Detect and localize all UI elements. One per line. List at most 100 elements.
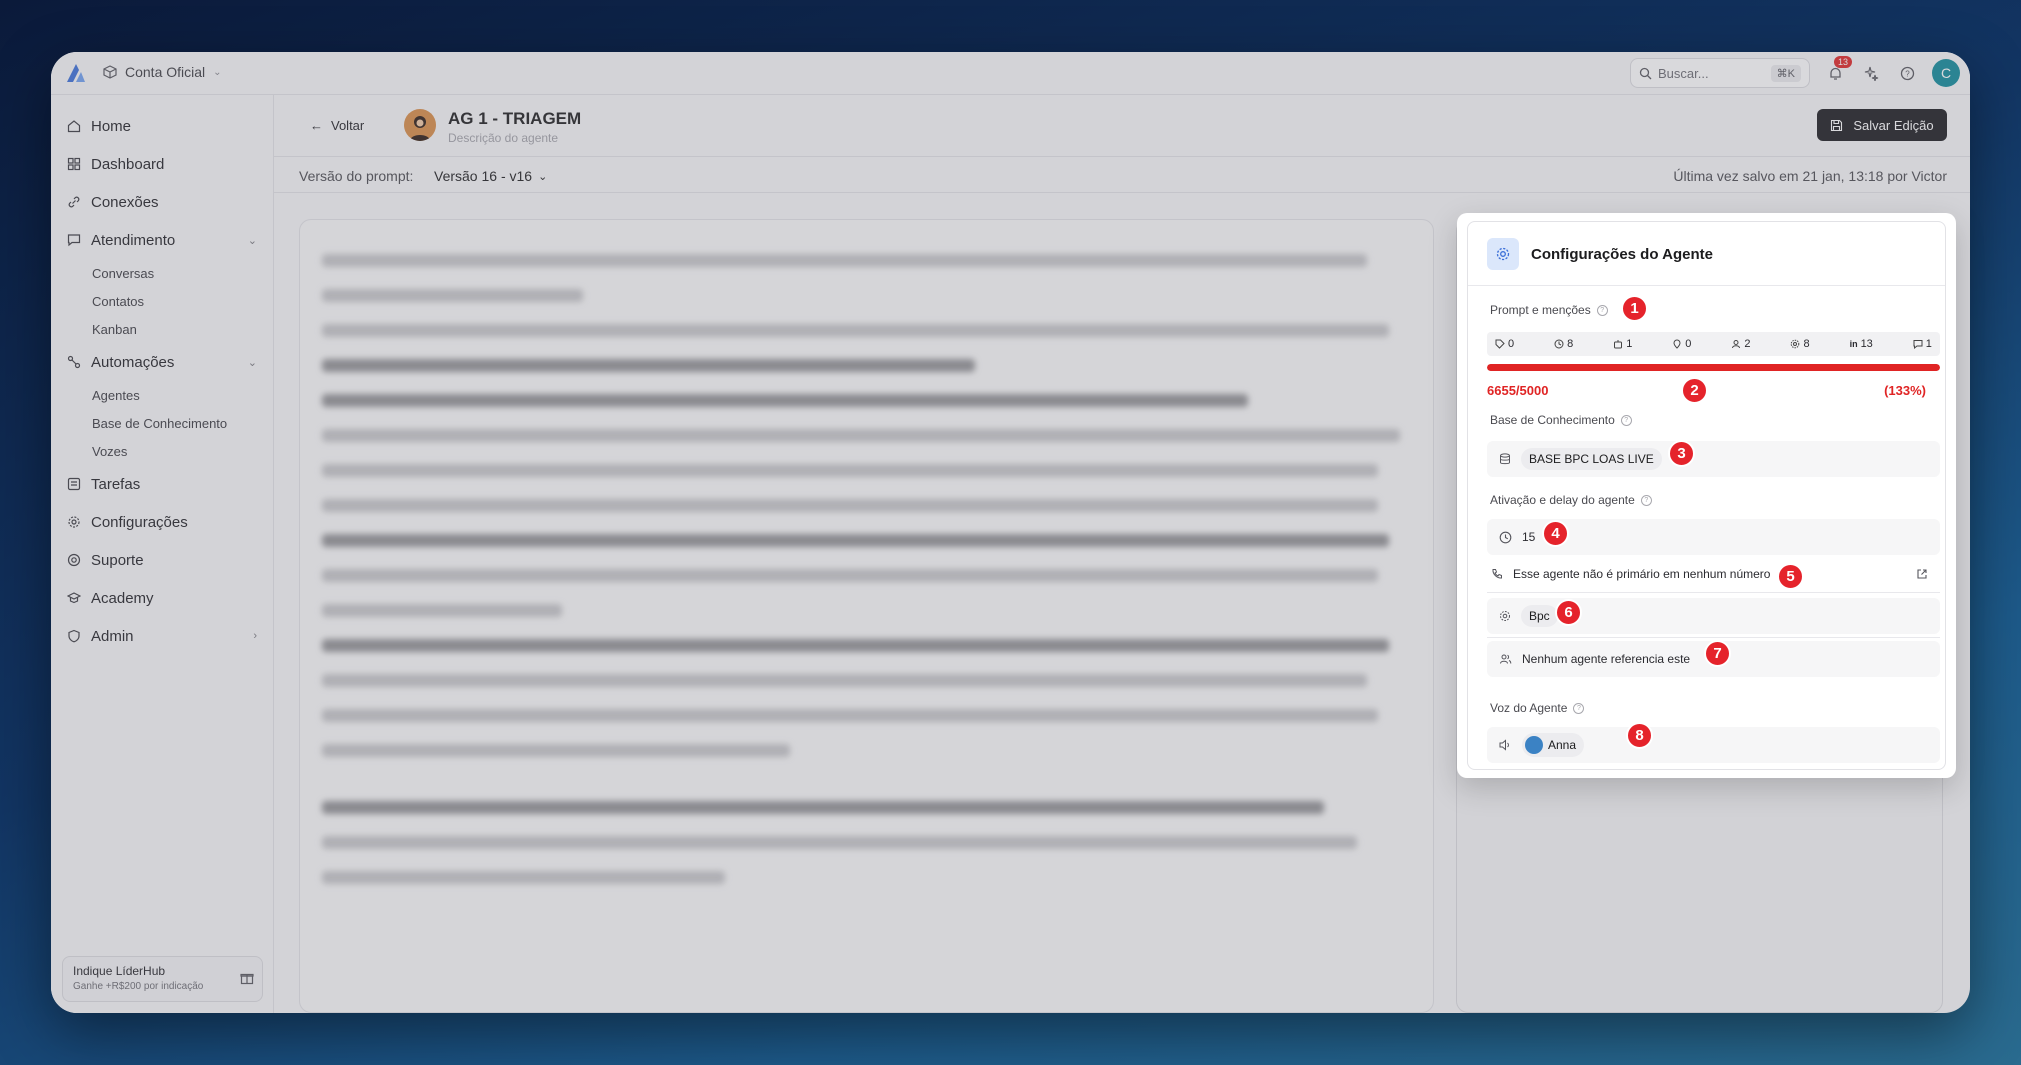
help-icon[interactable]: ?	[1620, 414, 1632, 426]
knowledge-label-text: Base de Conhecimento	[1490, 413, 1615, 427]
sidebar-item-suporte[interactable]: Suporte	[51, 541, 273, 579]
help-button[interactable]: ?	[1896, 62, 1918, 84]
logo-icon[interactable]	[63, 60, 89, 86]
dashboard-icon	[67, 157, 81, 171]
notifications-button[interactable]: 13	[1824, 56, 1852, 84]
prompt-length-fill	[1487, 364, 1940, 371]
sidebar-subitem-vozes[interactable]: Vozes	[51, 437, 273, 465]
knowledge-base-chip[interactable]: BASE BPC LOAS LIVE	[1521, 448, 1662, 470]
sidebar-item-tarefas[interactable]: Tarefas	[51, 465, 273, 503]
automation-icon	[67, 355, 81, 369]
chevron-down-icon: ⌄	[213, 66, 222, 78]
search-icon	[1639, 67, 1652, 79]
voice-name: Anna	[1548, 738, 1577, 752]
agent-description[interactable]: Descrição do agente	[448, 131, 558, 145]
external-link-icon[interactable]	[1916, 568, 1928, 580]
user-icon	[1732, 340, 1741, 349]
voice-field[interactable]: Anna	[1487, 727, 1940, 763]
gear-icon	[68, 516, 80, 528]
robot-icon	[1614, 340, 1623, 349]
agent-avatar	[404, 109, 436, 141]
version-select[interactable]: Versão 16 - v16 ⌄	[434, 168, 547, 184]
sidebar-item-dashboard[interactable]: Dashboard	[51, 145, 273, 183]
sidebar-item-label: Configurações	[91, 513, 188, 531]
sparkles-button[interactable]	[1860, 62, 1882, 84]
sidebar-subitem-contatos[interactable]: Contatos	[51, 287, 273, 315]
page-title: AG 1 - TRIAGEM	[448, 109, 582, 128]
references-text: Nenhum agente referencia este	[1522, 652, 1691, 666]
stat-value: 2	[1744, 338, 1751, 350]
stat-value: 8	[1567, 338, 1574, 350]
help-icon[interactable]: ?	[1640, 494, 1652, 506]
divider	[1487, 637, 1940, 638]
referral-card[interactable]: Indique LíderHub Ganhe +R$200 por indica…	[62, 956, 263, 1002]
knowledge-base-field[interactable]: BASE BPC LOAS LIVE	[1487, 441, 1940, 477]
gift-icon	[240, 973, 254, 985]
save-button[interactable]: Salvar Edição	[1817, 109, 1947, 141]
sidebar-item-atendimento[interactable]: Atendimento ⌄	[51, 221, 273, 259]
back-button[interactable]: ← Voltar	[310, 118, 364, 133]
database-icon	[1500, 453, 1510, 465]
sidebar-item-academy[interactable]: Academy	[51, 579, 273, 617]
sidebar-item-label: Dashboard	[91, 155, 165, 173]
user-avatar[interactable]: C	[1932, 59, 1960, 87]
clock-icon	[1554, 339, 1564, 349]
char-percent: (133%)	[1884, 383, 1926, 398]
stat-tags[interactable]: 0	[1495, 338, 1514, 350]
sidebar-subitem-kanban[interactable]: Kanban	[51, 315, 273, 343]
stat-pin[interactable]: 0	[1672, 338, 1691, 350]
stat-clock[interactable]: 8	[1554, 338, 1573, 350]
sidebar-subitem-base-conhecimento[interactable]: Base de Conhecimento	[51, 409, 273, 437]
clock-icon	[1499, 531, 1512, 543]
account-selector[interactable]: Conta Oficial ⌄	[103, 64, 222, 80]
sidebar-item-admin[interactable]: Admin ›	[51, 617, 273, 655]
stat-linkedin[interactable]: in 13	[1850, 338, 1873, 350]
callout-marker: 4	[1542, 520, 1569, 547]
account-label: Conta Oficial	[125, 64, 206, 80]
notification-badge: 13	[1833, 56, 1852, 68]
callout-marker: 6	[1555, 599, 1582, 626]
lifebuoy-icon	[67, 553, 81, 567]
tag-chip[interactable]: Bpc	[1521, 605, 1558, 627]
sidebar-subitem-agentes[interactable]: Agentes	[51, 381, 273, 409]
callout-marker: 5	[1777, 563, 1804, 590]
version-selected: Versão 16 - v16	[434, 168, 533, 184]
pin-icon	[1673, 339, 1681, 349]
blurred-prompt-text	[322, 254, 1411, 906]
version-label: Versão do prompt:	[299, 168, 414, 184]
svg-text:?: ?	[1905, 69, 1910, 78]
sparkles-icon	[1864, 66, 1878, 81]
sidebar-item-label: Automações	[91, 353, 175, 371]
sidebar-item-configuracoes[interactable]: Configurações	[51, 503, 273, 541]
prompt-length-bar	[1487, 364, 1940, 371]
delay-value: 15	[1522, 530, 1536, 544]
primary-number-row[interactable]: Esse agente não é primário em nenhum núm…	[1487, 558, 1940, 590]
stat-gear[interactable]: 8	[1790, 338, 1810, 350]
stat-robot[interactable]: 1	[1613, 338, 1632, 350]
sidebar-item-home[interactable]: Home	[51, 107, 273, 145]
sidebar-item-label: Admin	[91, 627, 134, 645]
search-input[interactable]: Buscar... ⌘K	[1630, 58, 1810, 88]
chevron-right-icon: ›	[253, 630, 257, 642]
stat-value: 13	[1860, 338, 1873, 350]
sidebar-item-label: Atendimento	[91, 231, 176, 249]
voice-chip[interactable]: Anna	[1522, 733, 1585, 757]
message-icon	[67, 234, 81, 247]
help-icon: ?	[1900, 66, 1914, 80]
stat-chat[interactable]: 1	[1913, 338, 1932, 350]
callout-marker: 3	[1668, 440, 1695, 467]
help-icon[interactable]: ?	[1596, 304, 1608, 316]
sidebar-item-automacoes[interactable]: Automações ⌄	[51, 343, 273, 381]
save-icon	[1831, 119, 1843, 131]
phone-icon	[1492, 569, 1502, 579]
sidebar-item-conexoes[interactable]: Conexões	[51, 183, 273, 221]
stat-user[interactable]: 2	[1731, 338, 1751, 350]
gear-icon	[1496, 247, 1510, 261]
help-icon[interactable]: ?	[1573, 702, 1585, 714]
sidebar-subitem-conversas[interactable]: Conversas	[51, 259, 273, 287]
prompt-editor[interactable]	[299, 219, 1434, 1013]
gear-icon	[1791, 339, 1800, 349]
sidebar-nav: Home Dashboard Conexões Atendimento ⌄ Co…	[51, 95, 273, 655]
save-label: Salvar Edição	[1853, 117, 1934, 133]
referral-title: Indique LíderHub	[73, 964, 166, 978]
